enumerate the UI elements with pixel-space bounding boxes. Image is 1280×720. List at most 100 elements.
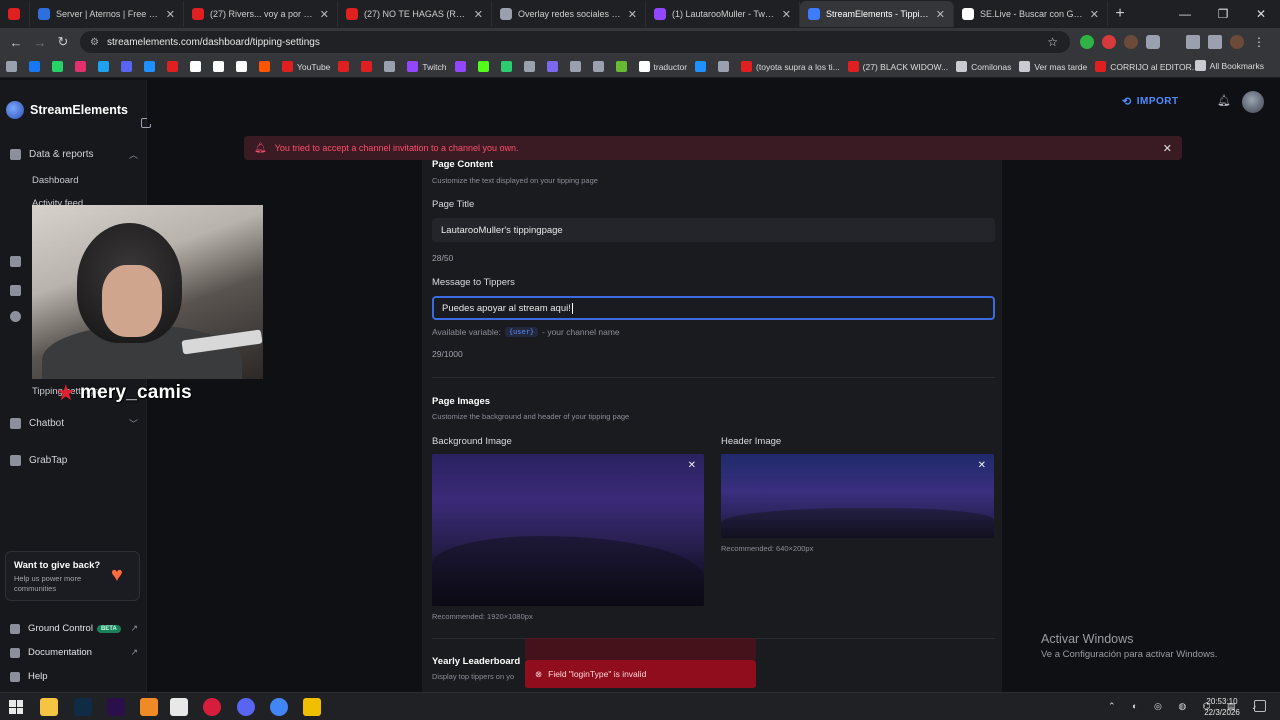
notification-icon[interactable]	[1254, 700, 1266, 712]
bookmark-item[interactable]: CORRIJO al EDITOR...	[1095, 61, 1199, 72]
bookmark-item[interactable]	[592, 61, 608, 72]
bookmark-item[interactable]: (toyota supra a los ti...	[741, 61, 840, 72]
app-icon[interactable]	[303, 698, 321, 716]
brand[interactable]: StreamElements	[6, 101, 128, 119]
star-icon[interactable]	[10, 285, 21, 296]
bookmark-item[interactable]: (27) BLACK WIDOW...	[847, 61, 948, 72]
fl-studio-icon[interactable]	[140, 698, 158, 716]
bookmark-item[interactable]	[236, 61, 251, 72]
bookmark-item[interactable]	[523, 61, 539, 72]
bookmark-item[interactable]: YouTube	[282, 61, 330, 72]
bookmark-item[interactable]	[29, 61, 44, 72]
more-menu-icon[interactable]: ⋮	[1252, 35, 1266, 49]
forward-button[interactable]: →	[28, 35, 52, 50]
close-tab-icon[interactable]: ✕	[166, 8, 175, 21]
bookmark-item[interactable]	[695, 61, 710, 72]
close-tab-icon[interactable]: ✕	[474, 8, 483, 21]
bookmark-item[interactable]	[190, 61, 205, 72]
browser-tab[interactable]: StreamElements - Tipping sett ✕	[800, 1, 954, 27]
bookmark-item[interactable]	[718, 61, 733, 72]
bookmark-item[interactable]	[338, 61, 353, 72]
bookmark-item[interactable]	[546, 61, 562, 72]
user-avatar[interactable]	[1242, 91, 1264, 113]
notepad-icon[interactable]	[170, 698, 188, 716]
page-title-input[interactable]: LautarooMuller's tippingpage	[432, 218, 995, 242]
ground-control-link[interactable]: Ground Control BETA ↗	[10, 623, 138, 634]
tab-youtube-pinned[interactable]	[0, 1, 30, 27]
bookmark-item[interactable]	[52, 61, 67, 72]
bookmark-item[interactable]	[75, 61, 90, 72]
bookmark-item[interactable]: Twitch	[407, 61, 447, 72]
photoshop-icon[interactable]	[74, 698, 92, 716]
media-icon[interactable]	[203, 698, 221, 716]
bookmark-star-icon[interactable]: ☆	[1047, 35, 1058, 49]
sidebar-group-grabtap[interactable]: GrabTap	[10, 455, 138, 466]
back-button[interactable]: ←	[4, 35, 28, 50]
bookmark-item[interactable]	[98, 61, 113, 72]
bookmark-item[interactable]	[384, 61, 399, 72]
background-image-preview[interactable]: ✕	[432, 454, 704, 606]
new-tab-button[interactable]: +	[1108, 5, 1132, 23]
overlay-icon[interactable]	[10, 256, 21, 267]
premiere-icon[interactable]	[107, 698, 125, 716]
bell-icon[interactable]: 🔔︎	[1217, 94, 1231, 107]
browser-tab[interactable]: Server | Aternos | Free Minecra ✕	[30, 1, 184, 27]
bookmark-item[interactable]	[500, 61, 516, 72]
close-window-button[interactable]: ✕	[1242, 7, 1280, 21]
windows-start-icon[interactable]	[9, 700, 23, 714]
extensions-puzzle-icon[interactable]	[1146, 35, 1160, 49]
profile-avatar[interactable]	[1230, 35, 1244, 49]
bookmark-item[interactable]	[121, 61, 136, 72]
minimize-button[interactable]: —	[1166, 7, 1204, 21]
bookmark-item[interactable]	[213, 61, 228, 72]
message-input[interactable]: Puedes apoyar al stream aqui!	[432, 296, 995, 320]
sidebar-item-dashboard[interactable]: Dashboard	[32, 175, 78, 186]
file-explorer[interactable]	[40, 698, 58, 716]
apps-grid-icon[interactable]	[6, 61, 21, 72]
bookmark-item[interactable]	[144, 61, 159, 72]
browser-tab[interactable]: SE.Live - Buscar con Google ✕	[954, 1, 1108, 27]
remove-header-icon[interactable]: ✕	[978, 460, 986, 471]
remove-background-icon[interactable]: ✕	[688, 460, 696, 471]
sidebar-group-data-reports[interactable]: Data & reports ︿	[10, 148, 138, 161]
bookmark-item[interactable]: Comilonas	[956, 61, 1011, 72]
bookmark-item[interactable]	[569, 61, 585, 72]
bookmark-item[interactable]	[167, 61, 182, 72]
help-link[interactable]: Help	[10, 671, 138, 682]
close-tab-icon[interactable]: ✕	[1090, 8, 1099, 21]
browser-tab[interactable]: Overlay redes sociales dinámi ✕	[492, 1, 646, 27]
bookmark-item[interactable]: Ver mas tarde	[1019, 61, 1087, 72]
bookmark-item[interactable]	[454, 61, 470, 72]
bookmark-item[interactable]	[259, 61, 274, 72]
close-tab-icon[interactable]: ✕	[782, 8, 791, 21]
bookmark-item[interactable]	[361, 61, 376, 72]
header-image-preview[interactable]: ✕	[721, 454, 994, 538]
bookmark-item[interactable]	[477, 61, 493, 72]
media-control-icon[interactable]	[1208, 35, 1222, 49]
close-tab-icon[interactable]: ✕	[320, 8, 329, 21]
extension-icon[interactable]	[1124, 35, 1138, 49]
close-tab-icon[interactable]: ✕	[936, 8, 945, 21]
bookmark-item[interactable]	[615, 61, 631, 72]
close-icon[interactable]: ✕	[1163, 142, 1172, 155]
download-icon[interactable]	[1186, 35, 1200, 49]
browser-tab[interactable]: (27) Rivers... voy a por ti. - You ✕	[184, 1, 338, 27]
close-tab-icon[interactable]: ✕	[628, 8, 637, 21]
browser-tab[interactable]: (27) NO TE HAGAS (REMI ✕	[338, 1, 492, 27]
sidebar-group-chatbot[interactable]: Chatbot ﹀	[10, 417, 138, 430]
chrome-icon[interactable]	[270, 698, 288, 716]
site-info-icon[interactable]: ⚙	[90, 37, 99, 48]
bookmark-item[interactable]: traductor	[638, 61, 687, 72]
reload-button[interactable]: ↻	[51, 34, 75, 50]
all-bookmarks-folder[interactable]: All Bookmarks	[1194, 60, 1264, 71]
give-back-card[interactable]: Want to give back? Help us power more co…	[5, 551, 140, 601]
maximize-button[interactable]: ❐	[1204, 7, 1242, 21]
import-button[interactable]: ⟲ IMPORT	[1122, 95, 1179, 108]
browser-tab[interactable]: (1) LautarooMuller - Twitch ✕	[646, 1, 800, 27]
discord-icon[interactable]	[237, 698, 255, 716]
extension-record-icon[interactable]	[1102, 35, 1116, 49]
extension-shield-icon[interactable]	[1080, 35, 1094, 49]
dollar-icon[interactable]	[10, 311, 21, 322]
clock[interactable]: 20:53:10 22/3/2026	[1200, 696, 1244, 718]
url-bar[interactable]: ⚙ streamelements.com/dashboard/tipping-s…	[80, 31, 1070, 53]
